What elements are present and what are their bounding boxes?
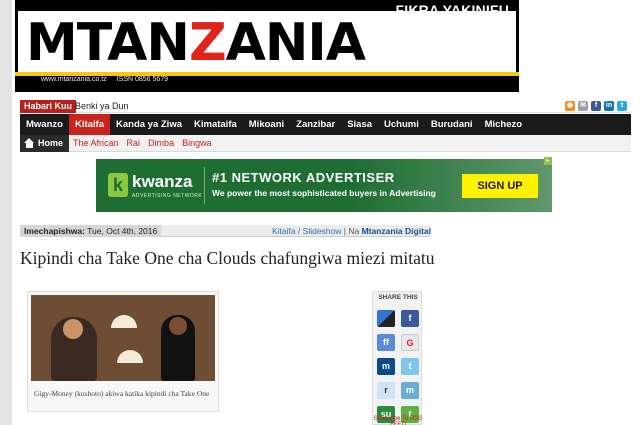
masthead-website: www.mtanzania.co.tz bbox=[41, 76, 107, 83]
share-buttons: f ff G m t r m su t bbox=[377, 310, 419, 423]
nav-item-burudani[interactable]: Burudani bbox=[425, 114, 479, 135]
nav-item-uchumi[interactable]: Uchumi bbox=[378, 114, 425, 135]
share-title: SHARE THIS bbox=[378, 294, 418, 301]
article-image-frame: Gigy-Money (kushoto) akiwa katika kipind… bbox=[27, 291, 219, 412]
reddit-icon[interactable]: r bbox=[377, 382, 395, 399]
nav-item-michezo[interactable]: Michezo bbox=[479, 114, 528, 135]
masthead[interactable]: FIKRA YAKINIFU MTANZANIA www.mtanzania.c… bbox=[15, 0, 519, 92]
person-figure bbox=[51, 317, 97, 381]
nav-item-kimataifa[interactable]: Kimataifa bbox=[188, 114, 243, 135]
ad-headline: #1 NETWORK ADVERTISER bbox=[212, 170, 395, 185]
masthead-meta: www.mtanzania.co.tz ISSN 0856 5679 bbox=[41, 76, 176, 83]
rss-icon[interactable]: ◉ bbox=[565, 101, 575, 111]
left-gutter bbox=[0, 0, 12, 425]
subnav-item-rai[interactable]: Rai bbox=[123, 138, 145, 148]
facebook-icon[interactable]: f bbox=[401, 310, 419, 327]
subscribe-rss-link[interactable]: Subscribe To RSS FEED bbox=[373, 416, 423, 425]
nav-item-mikoani[interactable]: Mikoani bbox=[243, 114, 290, 135]
main-nav: Mwanzo Kitaifa Kanda ya Ziwa Kimataifa M… bbox=[20, 114, 631, 135]
article-photo[interactable] bbox=[31, 295, 215, 381]
ad-divider bbox=[204, 167, 205, 204]
sub-nav: Home The African Rai Dimba Bingwa bbox=[20, 134, 631, 152]
myspace-icon[interactable]: m bbox=[377, 358, 395, 375]
home-button[interactable]: Home bbox=[20, 134, 70, 152]
nav-item-zanzibar[interactable]: Zanzibar bbox=[290, 114, 341, 135]
home-label: Home bbox=[38, 138, 64, 148]
ticker-label: Habari Kuu bbox=[20, 100, 77, 113]
nav-item-mwanzo[interactable]: Mwanzo bbox=[20, 114, 69, 135]
published-info: Imechapishwa: Tue, Oct 4th, 2016 bbox=[20, 225, 162, 237]
ad-brand: kwanza bbox=[132, 172, 193, 191]
lamp-shape bbox=[117, 350, 143, 363]
article-byline: Kitaifa / Slideshow | Na Mtanzania Digit… bbox=[271, 226, 431, 236]
lamp-shape bbox=[111, 315, 137, 328]
category-link[interactable]: Kitaifa / Slideshow bbox=[272, 226, 341, 236]
messenger-icon[interactable]: m bbox=[401, 382, 419, 399]
home-icon bbox=[24, 138, 35, 148]
friendfeed-icon[interactable]: ff bbox=[377, 334, 395, 351]
photo-caption: Gigy-Money (kushoto) akiwa katika kipind… bbox=[34, 389, 210, 398]
article-meta-bar: Imechapishwa: Tue, Oct 4th, 2016 Kitaifa… bbox=[20, 225, 431, 237]
article-title: Kipindi cha Take One cha Clouds chafungi… bbox=[20, 248, 435, 268]
kwanza-logo-icon: k bbox=[108, 173, 128, 197]
subnav-item-bingwa[interactable]: Bingwa bbox=[178, 138, 216, 148]
nav-item-siasa[interactable]: Siasa bbox=[341, 114, 378, 135]
delicious-icon[interactable] bbox=[377, 310, 395, 327]
social-icons: ◉ ✉ f in t bbox=[565, 101, 627, 111]
ad-subline: We power the most sophisticated buyers i… bbox=[212, 188, 436, 198]
ad-banner[interactable]: k kwanza ADVERTISING NETWORK #1 NETWORK … bbox=[96, 159, 552, 212]
nav-item-kitaifa[interactable]: Kitaifa bbox=[68, 114, 110, 135]
ad-signup-button[interactable]: SIGN UP bbox=[462, 174, 538, 198]
news-ticker: Habari Kuu Benki ya Dun ◉ ✉ f in t bbox=[20, 100, 631, 113]
ad-brand-sub: ADVERTISING NETWORK bbox=[132, 193, 203, 199]
subnav-item-the-african[interactable]: The African bbox=[69, 138, 123, 148]
masthead-issn: ISSN 0856 5679 bbox=[116, 76, 169, 83]
google-icon[interactable]: G bbox=[401, 334, 419, 351]
twitter-icon[interactable]: t bbox=[617, 101, 627, 111]
share-panel: SHARE THIS f ff G m t r m su t Subscribe… bbox=[372, 291, 422, 425]
facebook-icon[interactable]: f bbox=[591, 101, 601, 111]
mail-icon[interactable]: ✉ bbox=[578, 101, 588, 111]
twitter-icon[interactable]: t bbox=[401, 358, 419, 375]
site-logo[interactable]: MTANZANIA bbox=[18, 11, 516, 73]
logo-wordmark: MTANZANIA bbox=[26, 13, 366, 73]
ticker-headline[interactable]: Benki ya Dun bbox=[75, 100, 129, 113]
ad-choices-icon[interactable]: ▸ bbox=[544, 157, 552, 165]
author-link[interactable]: Mtanzania Digital bbox=[362, 226, 431, 236]
person-figure bbox=[161, 315, 195, 381]
linkedin-icon[interactable]: in bbox=[604, 101, 614, 111]
nav-item-kanda-ya-ziwa[interactable]: Kanda ya Ziwa bbox=[110, 114, 188, 135]
subnav-item-dimba[interactable]: Dimba bbox=[144, 138, 178, 148]
